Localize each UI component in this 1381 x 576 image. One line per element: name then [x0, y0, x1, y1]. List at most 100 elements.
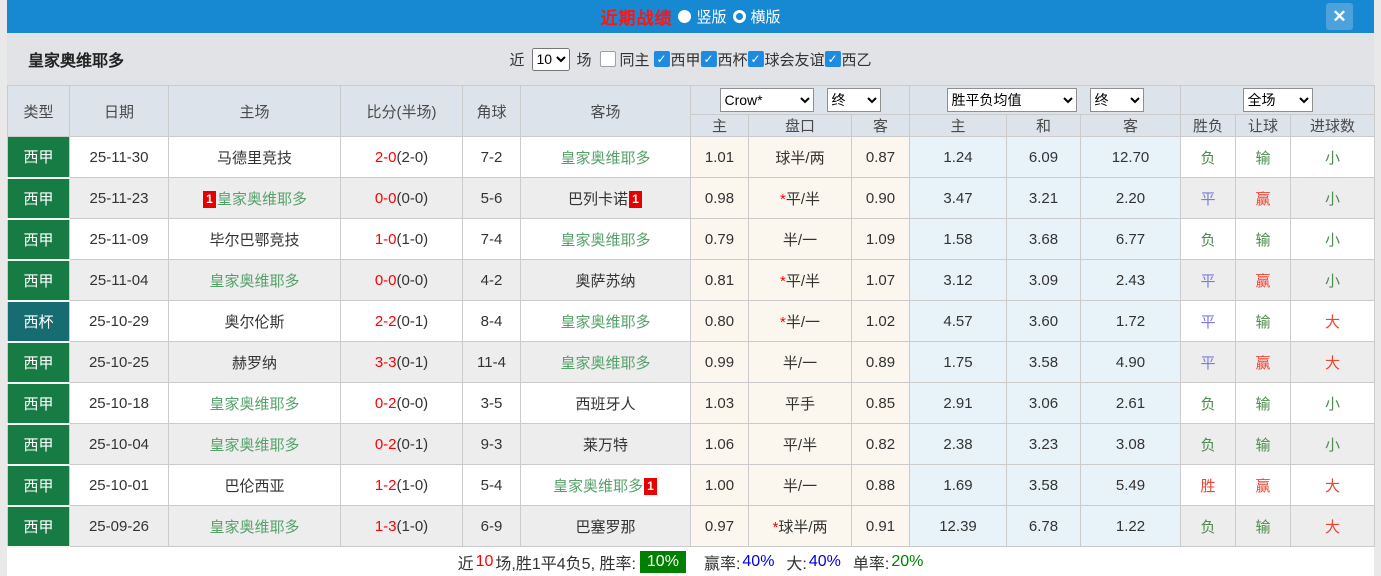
results-tbody: 西甲 25-11-30 马德里竞技 2-0(2-0) 7-2 皇家奥维耶多 1.… [8, 137, 1375, 547]
avg-draw-cell: 6.78 [1007, 506, 1081, 547]
league-filter[interactable]: ✓ 西杯 [701, 49, 748, 70]
radio-selected-icon[interactable] [678, 10, 691, 23]
checkbox-checked-icon[interactable]: ✓ [748, 51, 764, 67]
big-rate-value: 40% [809, 553, 841, 571]
odds-away-cell: 0.91 [852, 506, 910, 547]
avg-type-select[interactable]: 胜平负均值 [947, 88, 1077, 112]
away-team-name: 莱万特 [583, 437, 628, 454]
fulltime-score: 0-2 [375, 436, 397, 453]
match-type-badge: 西甲 [8, 260, 70, 301]
result-goals-cell: 小 [1291, 260, 1375, 301]
win-rate-badge: 10% [640, 551, 686, 573]
away-team-cell: 皇家奥维耶多 [521, 301, 691, 342]
handicap-cell: *平/半 [749, 260, 852, 301]
result-handicap-cell: 输 [1236, 137, 1291, 178]
corner-cell: 6-9 [463, 506, 521, 547]
odds-away-cell: 0.87 [852, 137, 910, 178]
league-filter[interactable]: ✓ 西乙 [825, 49, 872, 70]
fulltime-score: 1-2 [375, 477, 397, 494]
result-handicap-cell: 输 [1236, 301, 1291, 342]
subheader-result-handicap: 让球 [1236, 115, 1291, 137]
summary-near-count: 10 [476, 553, 494, 571]
subheader-result-wdl: 胜负 [1181, 115, 1236, 137]
odds-away-cell: 1.02 [852, 301, 910, 342]
avg-home-cell: 3.47 [910, 178, 1007, 219]
avg-away-cell: 2.20 [1081, 178, 1181, 219]
odds-time-select-1[interactable]: 终 [827, 88, 881, 112]
checkbox-checked-icon[interactable]: ✓ [701, 51, 717, 67]
avg-home-cell: 1.75 [910, 342, 1007, 383]
odds-time-select-2[interactable]: 终 [1090, 88, 1144, 112]
league-filter[interactable]: ✓ 西甲 [653, 49, 700, 70]
home-team-name: 巴伦西亚 [224, 478, 284, 495]
away-team-name: 巴列卡诺 [568, 191, 628, 208]
score-cell: 0-2(0-1) [341, 424, 463, 465]
same-home-filter[interactable]: 同主 [595, 49, 649, 70]
big-rate-label: 大: [786, 550, 806, 574]
close-button[interactable]: ✕ [1326, 3, 1353, 30]
avg-away-cell: 4.90 [1081, 342, 1181, 383]
avg-home-cell: 1.24 [910, 137, 1007, 178]
home-team-name: 赫罗纳 [232, 355, 277, 372]
recent-results-panel: 近期战绩 竖版 横版 ✕ 皇家奥维耶多 近 10 场 同主 [0, 0, 1381, 576]
match-type-badge: 西甲 [8, 178, 70, 219]
handicap-value: 平/半 [783, 437, 817, 454]
radio-unselected-icon[interactable] [733, 10, 746, 23]
odds-company-select[interactable]: Crow* [720, 88, 814, 112]
match-type-label: 西甲 [23, 396, 53, 413]
avg-away-cell: 12.70 [1081, 137, 1181, 178]
match-date: 25-10-04 [70, 424, 169, 465]
table-row: 西甲 25-09-26 皇家奥维耶多 1-3(1-0) 6-9 巴塞罗那 0.9… [8, 506, 1375, 547]
corner-cell: 8-4 [463, 301, 521, 342]
layout-option-vertical[interactable]: 竖版 [678, 6, 726, 27]
handicap-rate-label: 赢率: [704, 550, 740, 574]
result-wdl-cell: 负 [1181, 424, 1236, 465]
checkbox-unchecked-icon[interactable] [599, 51, 615, 67]
score-cell: 0-0(0-0) [341, 178, 463, 219]
layout-horizontal-label: 横版 [751, 6, 781, 27]
handicap-cell: *球半/两 [749, 506, 852, 547]
result-wdl-cell: 平 [1181, 260, 1236, 301]
odds-home-cell: 0.81 [691, 260, 749, 301]
match-count-select[interactable]: 10 [531, 48, 569, 71]
result-wdl-cell: 平 [1181, 178, 1236, 219]
halftime-score: (1-0) [397, 231, 429, 248]
away-team-cell: 巴列卡诺1 [521, 178, 691, 219]
away-team-cell: 皇家奥维耶多1 [521, 465, 691, 506]
single-rate-value: 20% [891, 553, 923, 571]
checkbox-checked-icon[interactable]: ✓ [653, 51, 669, 67]
league-filter[interactable]: ✓ 球会友谊 [748, 49, 825, 70]
away-team-cell: 皇家奥维耶多 [521, 137, 691, 178]
avg-draw-cell: 3.58 [1007, 342, 1081, 383]
match-date: 25-11-04 [70, 260, 169, 301]
odds-home-cell: 0.79 [691, 219, 749, 260]
result-goals-cell: 小 [1291, 219, 1375, 260]
fulltime-score: 1-3 [375, 518, 397, 535]
away-team-name: 巴塞罗那 [575, 519, 635, 536]
home-team-cell: 毕尔巴鄂竞技 [169, 219, 341, 260]
result-handicap-cell: 赢 [1236, 465, 1291, 506]
halftime-score: (0-0) [397, 190, 429, 207]
summary-near-label: 近 [458, 550, 474, 574]
match-type-label: 西甲 [23, 519, 53, 536]
home-team-name: 皇家奥维耶多 [209, 437, 299, 454]
result-wdl-cell: 负 [1181, 219, 1236, 260]
match-date: 25-10-29 [70, 301, 169, 342]
result-goals-cell: 小 [1291, 178, 1375, 219]
title-group: 近期战绩 竖版 横版 [600, 4, 780, 29]
match-type-label: 西甲 [23, 149, 53, 166]
match-type-badge: 西甲 [8, 424, 70, 465]
subheader-avg-away: 客 [1081, 115, 1181, 137]
checkbox-checked-icon[interactable]: ✓ [825, 51, 841, 67]
handicap-value: 半/一 [783, 232, 817, 249]
scope-select[interactable]: 全场 [1243, 88, 1313, 112]
away-team-cell: 皇家奥维耶多 [521, 219, 691, 260]
layout-option-horizontal[interactable]: 横版 [733, 6, 781, 27]
table-row: 西甲 25-10-01 巴伦西亚 1-2(1-0) 5-4 皇家奥维耶多1 1.… [8, 465, 1375, 506]
odds-home-cell: 0.97 [691, 506, 749, 547]
odds-away-cell: 1.07 [852, 260, 910, 301]
score-cell: 2-2(0-1) [341, 301, 463, 342]
result-handicap-cell: 赢 [1236, 260, 1291, 301]
subheader-odds-home: 主 [691, 115, 749, 137]
handicap-value: 平/半 [786, 191, 820, 208]
